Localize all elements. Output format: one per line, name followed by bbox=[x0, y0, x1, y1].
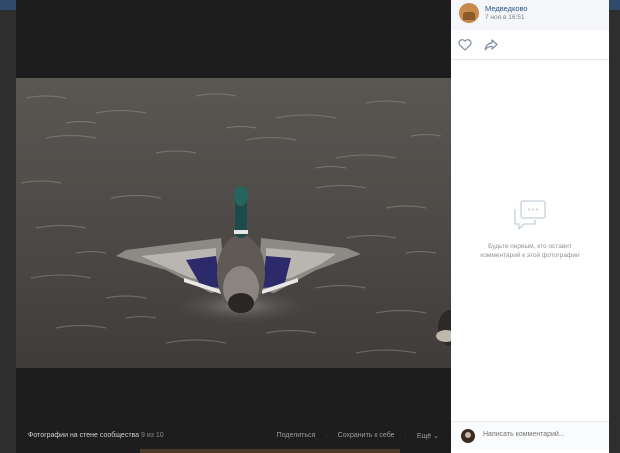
comment-input[interactable] bbox=[483, 431, 603, 438]
album-title-link[interactable]: Фотографии на стене сообщества bbox=[28, 432, 139, 439]
post-date[interactable]: 7 ноя в 16:51 bbox=[485, 14, 524, 21]
more-menu-button[interactable]: Ещё ⌄ bbox=[417, 432, 439, 440]
comment-composer bbox=[451, 421, 609, 450]
no-comments-text: Будьте первым, кто оставит комментарий к… bbox=[480, 243, 580, 259]
separator-dot: · bbox=[404, 432, 407, 439]
save-photo-link[interactable]: Сохранить к себе bbox=[338, 432, 395, 440]
community-avatar[interactable] bbox=[459, 3, 479, 23]
post-header: Медведково 7 ноя в 16:51 bbox=[451, 0, 609, 30]
separator-dot: · bbox=[325, 432, 328, 439]
photo-viewer: Фотографии на стене сообщества 9 из 10 П… bbox=[16, 0, 451, 453]
share-arrow-icon[interactable] bbox=[484, 39, 498, 51]
author-link[interactable]: Медведково bbox=[485, 4, 528, 13]
viewer-actions: Поделиться · Сохранить к себе · Ещё ⌄ bbox=[277, 432, 439, 440]
heart-icon[interactable] bbox=[458, 39, 472, 51]
user-avatar[interactable] bbox=[461, 429, 475, 443]
reactions-bar bbox=[451, 30, 609, 60]
viewer-bottom-bar: Фотографии на стене сообщества 9 из 10 П… bbox=[16, 428, 451, 444]
background-page-glimpse bbox=[140, 449, 400, 453]
speech-bubble-icon bbox=[514, 200, 546, 230]
photo-image bbox=[16, 78, 451, 368]
photo-duck-spreading-wings[interactable] bbox=[16, 78, 451, 368]
left-backdrop-strip bbox=[0, 10, 16, 453]
no-comments-placeholder: Будьте первым, кто оставит комментарий к… bbox=[451, 200, 609, 260]
right-backdrop-strip bbox=[609, 10, 620, 453]
share-photo-link[interactable]: Поделиться bbox=[277, 432, 316, 440]
comments-panel: Медведково 7 ноя в 16:51 Будьте первым, … bbox=[451, 0, 609, 453]
photo-counter: 9 из 10 bbox=[141, 432, 164, 439]
